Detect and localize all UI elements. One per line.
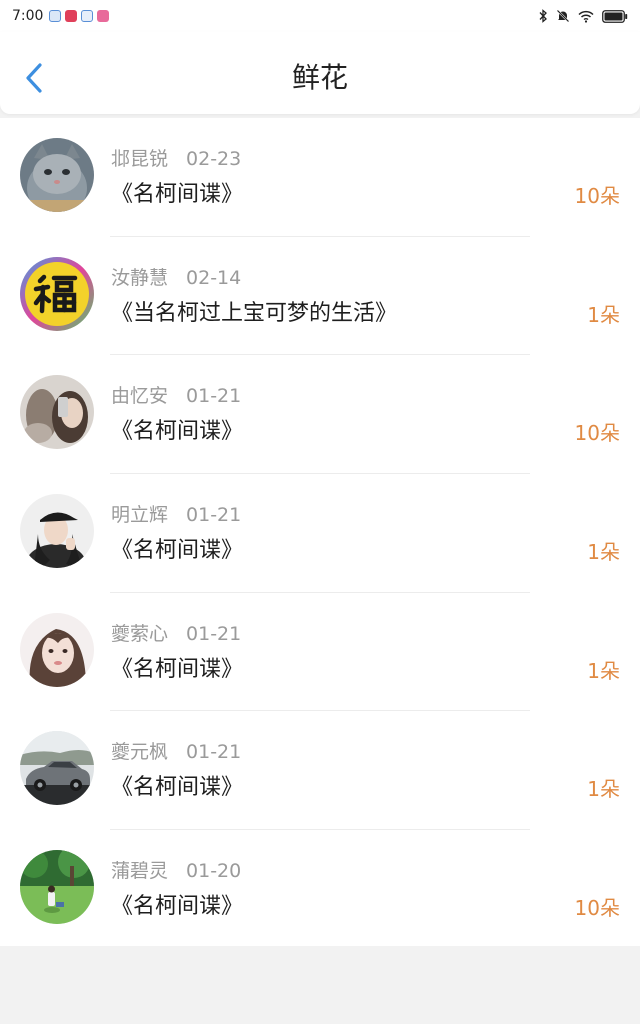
avatar[interactable] [20, 850, 94, 925]
book-title[interactable]: 《当名柯过上宝可梦的生活》 [111, 295, 397, 327]
date: 02-23 [186, 148, 242, 170]
app-notification-icon [49, 10, 62, 22]
user-name: 夔萦心 [111, 622, 169, 645]
list-item[interactable]: 汝静慧 02-14 《当名柯过上宝可梦的生活》 1朵 [0, 237, 640, 356]
mute-icon [556, 9, 570, 23]
selfie-photo-avatar-icon [20, 375, 94, 450]
status-time: 7:00 [12, 8, 44, 24]
item-meta: 汝静慧 02-14 [111, 263, 241, 290]
flower-count: 1朵 [587, 658, 620, 683]
item-meta: 夔萦心 01-21 [111, 619, 241, 646]
header: 鲜花 [0, 32, 640, 114]
user-name: 明立辉 [111, 504, 169, 527]
flower-count: 10朵 [574, 896, 620, 921]
book-title[interactable]: 《名柯间谍》 [111, 888, 243, 920]
flower-count: 1朵 [587, 777, 620, 802]
list-item[interactable]: 邶昆锐 02-23 《名柯间谍》 10朵 [0, 118, 640, 237]
avatar[interactable] [20, 731, 94, 806]
screen: 7:00 鲜花 邶昆锐 02-23 《名柯间谍》 10朵 汝静慧 02-14 《… [0, 0, 640, 1024]
list-item[interactable]: 夔萦心 01-21 《名柯间谍》 1朵 [0, 593, 640, 712]
book-title[interactable]: 《名柯间谍》 [111, 651, 243, 683]
status-bar: 7:00 [0, 0, 640, 32]
date: 01-20 [186, 860, 242, 883]
user-name: 汝静慧 [111, 266, 169, 289]
flower-count: 10朵 [574, 184, 620, 208]
girl-in-cap-photo-avatar-icon [20, 494, 94, 569]
date: 02-14 [186, 266, 242, 289]
app-notification-icon [81, 10, 94, 22]
park-photo-avatar-icon [20, 850, 94, 925]
avatar[interactable] [20, 375, 94, 450]
item-meta: 由忆安 01-21 [111, 381, 241, 408]
book-title[interactable]: 《名柯间谍》 [111, 413, 243, 445]
avatar[interactable] [20, 612, 94, 687]
date: 01-21 [186, 504, 242, 527]
list-item[interactable]: 夔元枫 01-21 《名柯间谍》 1朵 [0, 711, 640, 831]
avatar[interactable] [20, 138, 94, 212]
app-notification-icon [97, 10, 110, 22]
app-notification-icon [65, 10, 78, 22]
girl-portrait-photo-avatar-icon [20, 612, 94, 687]
book-title[interactable]: 《名柯间谍》 [111, 176, 243, 208]
bluetooth-icon [539, 9, 547, 23]
flower-count: 1朵 [587, 540, 620, 565]
avatar[interactable] [20, 256, 94, 331]
page-title: 鲜花 [291, 61, 348, 94]
flower-list: 邶昆锐 02-23 《名柯间谍》 10朵 汝静慧 02-14 《当名柯过上宝可梦… [0, 118, 640, 946]
avatar[interactable] [20, 494, 94, 569]
list-item[interactable]: 蒲碧灵 01-20 《名柯间谍》 10朵 [0, 830, 640, 949]
list-item[interactable]: 明立辉 01-21 《名柯间谍》 1朵 [0, 474, 640, 593]
date: 01-21 [186, 385, 242, 408]
item-meta: 邶昆锐 02-23 [111, 144, 241, 171]
user-name: 邶昆锐 [111, 148, 169, 170]
user-name: 由忆安 [111, 385, 169, 408]
list-item[interactable]: 由忆安 01-21 《名柯间谍》 10朵 [0, 355, 640, 475]
flower-count: 10朵 [574, 421, 620, 446]
item-meta: 蒲碧灵 01-20 [111, 856, 241, 883]
wifi-icon [578, 10, 594, 23]
cat-photo-avatar-icon [20, 138, 94, 212]
flower-count: 1朵 [587, 302, 620, 327]
book-title[interactable]: 《名柯间谍》 [111, 532, 243, 564]
date: 01-21 [186, 741, 242, 764]
item-meta: 明立辉 01-21 [111, 500, 241, 527]
book-title[interactable]: 《名柯间谍》 [111, 769, 243, 801]
user-name: 夔元枫 [111, 741, 169, 764]
date: 01-21 [186, 622, 242, 645]
item-meta: 夔元枫 01-21 [111, 737, 241, 764]
user-name: 蒲碧灵 [111, 860, 169, 883]
battery-icon [602, 9, 628, 23]
fu-character-avatar-icon [20, 256, 94, 331]
system-icons [538, 9, 628, 23]
car-photo-avatar-icon [20, 731, 94, 806]
